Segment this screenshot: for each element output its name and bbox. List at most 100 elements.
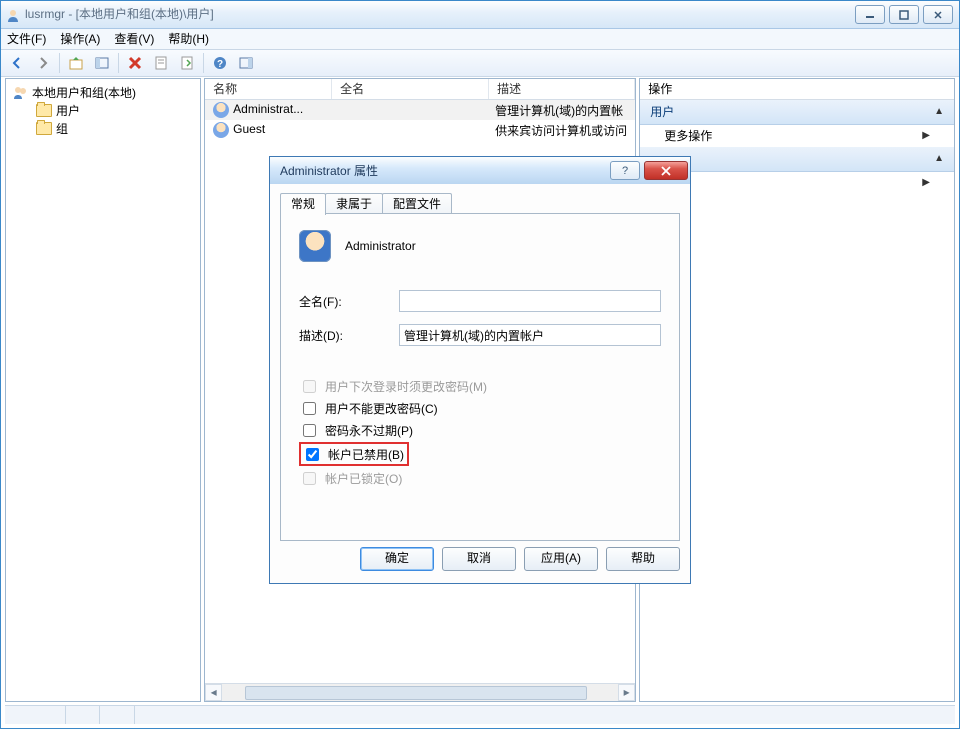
actions-item-label: 更多操作 bbox=[664, 125, 712, 147]
menu-file[interactable]: 文件(F) bbox=[7, 29, 46, 49]
user-icon bbox=[213, 122, 229, 138]
forward-button[interactable] bbox=[31, 51, 55, 75]
dialog-title: Administrator 属性 bbox=[280, 162, 610, 179]
dialog-footer: 确定 取消 应用(A) 帮助 bbox=[280, 547, 680, 573]
app-icon bbox=[5, 7, 21, 23]
cell-name: Guest bbox=[233, 122, 265, 136]
checkbox-mustchange: 用户下次登录时须更改密码(M) bbox=[299, 376, 661, 396]
ok-button[interactable]: 确定 bbox=[360, 547, 434, 571]
menu-view[interactable]: 查看(V) bbox=[114, 29, 154, 49]
fullname-label: 全名(F): bbox=[299, 293, 399, 310]
toolbar-separator bbox=[59, 53, 60, 73]
col-name[interactable]: 名称 bbox=[205, 79, 332, 99]
main-window: lusrmgr - [本地用户和组(本地)\用户] 文件(F) 操作(A) 查看… bbox=[0, 0, 960, 729]
checkbox-disabled-highlight[interactable]: 帐户已禁用(B) bbox=[299, 442, 409, 466]
collapse-icon: ▲ bbox=[934, 147, 944, 171]
checkbox-cannotchange-input[interactable] bbox=[303, 402, 316, 415]
user-large-icon bbox=[299, 230, 331, 262]
export-button[interactable] bbox=[175, 51, 199, 75]
show-hide-tree-button[interactable] bbox=[90, 51, 114, 75]
window-title: lusrmgr - [本地用户和组(本地)\用户] bbox=[25, 1, 855, 28]
col-desc[interactable]: 描述 bbox=[489, 79, 635, 99]
svg-text:?: ? bbox=[217, 59, 223, 70]
users-group-icon bbox=[12, 84, 28, 100]
dialog-close-button[interactable] bbox=[644, 161, 688, 180]
checkbox-neverexpire-input[interactable] bbox=[303, 424, 316, 437]
list-header: 名称 全名 描述 bbox=[205, 79, 635, 100]
tab-memberof[interactable]: 隶属于 bbox=[325, 193, 383, 214]
fullname-row: 全名(F): bbox=[299, 290, 661, 312]
scroll-thumb[interactable] bbox=[245, 686, 587, 700]
tab-general[interactable]: 常规 bbox=[280, 193, 326, 215]
status-segment bbox=[104, 706, 135, 724]
user-header: Administrator bbox=[299, 230, 661, 262]
tree-pane: 本地用户和组(本地) 用户 组 bbox=[5, 78, 201, 702]
dialog-body: 常规 隶属于 配置文件 Administrator 全名(F): 描述(D): bbox=[270, 184, 690, 583]
help-button[interactable]: 帮助 bbox=[606, 547, 680, 571]
desc-input[interactable] bbox=[399, 324, 661, 346]
status-segment bbox=[69, 706, 100, 724]
list-row[interactable]: Guest 供来宾访问计算机或访问 bbox=[205, 120, 635, 140]
statusbar bbox=[5, 705, 955, 724]
menu-action[interactable]: 操作(A) bbox=[60, 29, 100, 49]
checkbox-cannotchange[interactable]: 用户不能更改密码(C) bbox=[299, 398, 661, 418]
dialog-titlebar: Administrator 属性 ? bbox=[270, 157, 690, 185]
tree-node-groups[interactable]: 组 bbox=[12, 119, 194, 137]
username-label: Administrator bbox=[345, 239, 416, 253]
actions-section-users[interactable]: 用户 ▲ bbox=[640, 100, 954, 125]
actions-section-label: 用户 bbox=[650, 100, 674, 124]
help-button[interactable]: ? bbox=[208, 51, 232, 75]
folder-icon bbox=[36, 104, 52, 117]
cell-desc: 管理计算机(域)的内置帐 bbox=[487, 102, 635, 119]
scroll-left-button[interactable]: ◂ bbox=[205, 684, 222, 701]
checkbox-mustchange-label: 用户下次登录时须更改密码(M) bbox=[325, 378, 487, 395]
collapse-icon: ▲ bbox=[934, 100, 944, 124]
properties-dialog: Administrator 属性 ? 常规 隶属于 配置文件 Administr… bbox=[269, 156, 691, 584]
dialog-tabs: 常规 隶属于 配置文件 bbox=[280, 193, 680, 214]
col-fullname[interactable]: 全名 bbox=[332, 79, 489, 99]
tree-users-label: 用户 bbox=[56, 102, 80, 119]
tree-groups-label: 组 bbox=[56, 120, 68, 137]
minimize-button[interactable] bbox=[855, 5, 885, 24]
tree-root-label: 本地用户和组(本地) bbox=[32, 84, 136, 101]
desc-label: 描述(D): bbox=[299, 327, 399, 344]
checkbox-locked-label: 帐户已锁定(O) bbox=[325, 470, 402, 487]
checkbox-disabled-label: 帐户已禁用(B) bbox=[328, 446, 404, 463]
tab-profile[interactable]: 配置文件 bbox=[382, 193, 452, 214]
toolbar: ? bbox=[1, 50, 959, 77]
fullname-input[interactable] bbox=[399, 290, 661, 312]
titlebar: lusrmgr - [本地用户和组(本地)\用户] bbox=[1, 1, 959, 29]
folder-icon bbox=[36, 122, 52, 135]
menu-help[interactable]: 帮助(H) bbox=[168, 29, 209, 49]
submenu-icon: ▶ bbox=[922, 172, 930, 194]
checkbox-mustchange-input bbox=[303, 380, 316, 393]
desc-row: 描述(D): bbox=[299, 324, 661, 346]
delete-button[interactable] bbox=[123, 51, 147, 75]
checkbox-neverexpire[interactable]: 密码永不过期(P) bbox=[299, 420, 661, 440]
scroll-right-button[interactable]: ▸ bbox=[618, 684, 635, 701]
maximize-button[interactable] bbox=[889, 5, 919, 24]
close-button[interactable] bbox=[923, 5, 953, 24]
properties-button[interactable] bbox=[149, 51, 173, 75]
actions-item-more[interactable]: 更多操作 ▶ bbox=[640, 125, 954, 147]
status-segment bbox=[5, 706, 66, 724]
back-button[interactable] bbox=[5, 51, 29, 75]
dialog-help-button[interactable]: ? bbox=[610, 161, 640, 180]
tree-root[interactable]: 本地用户和组(本地) bbox=[12, 83, 194, 101]
horizontal-scrollbar[interactable]: ◂ ▸ bbox=[205, 683, 635, 701]
cancel-button[interactable]: 取消 bbox=[442, 547, 516, 571]
cell-desc: 供来宾访问计算机或访问 bbox=[487, 122, 635, 139]
list-row[interactable]: Administrat... 管理计算机(域)的内置帐 bbox=[205, 100, 635, 120]
tree-node-users[interactable]: 用户 bbox=[12, 101, 194, 119]
menubar: 文件(F) 操作(A) 查看(V) 帮助(H) bbox=[1, 29, 959, 50]
apply-button[interactable]: 应用(A) bbox=[524, 547, 598, 571]
submenu-icon: ▶ bbox=[922, 125, 930, 147]
toolbar-separator bbox=[203, 53, 204, 73]
show-hide-action-button[interactable] bbox=[234, 51, 258, 75]
window-controls bbox=[855, 5, 955, 24]
checkbox-neverexpire-label: 密码永不过期(P) bbox=[325, 422, 413, 439]
checkbox-disabled-input[interactable] bbox=[306, 448, 319, 461]
up-button[interactable] bbox=[64, 51, 88, 75]
toolbar-separator bbox=[118, 53, 119, 73]
checkbox-locked: 帐户已锁定(O) bbox=[299, 468, 661, 488]
